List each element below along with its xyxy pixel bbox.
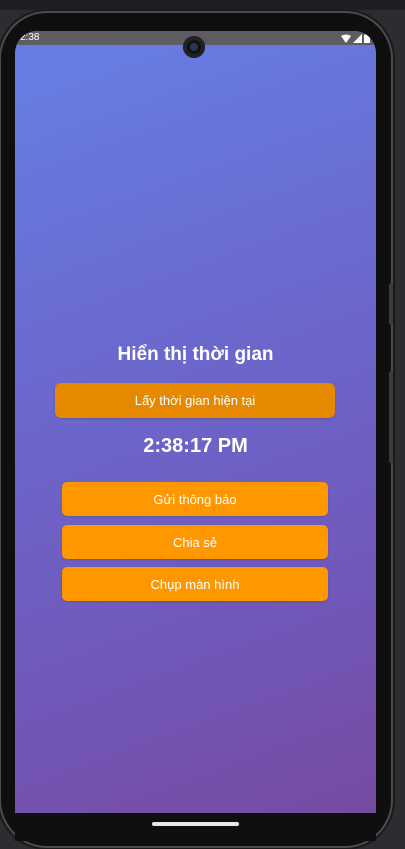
signal-icon (353, 33, 362, 43)
power-button[interactable] (389, 283, 393, 325)
status-time: 2:38 (20, 32, 40, 43)
send-notification-button[interactable]: Gửi thông báo (62, 482, 328, 516)
home-gesture-handle[interactable] (152, 822, 239, 826)
battery-icon (364, 33, 370, 43)
page-title: Hiển thị thời gian (117, 344, 274, 365)
app-screen: 2:38 Hiển thị thời gian Lấy thời gian hi… (15, 31, 376, 813)
wifi-icon (341, 34, 351, 43)
get-current-time-button[interactable]: Lấy thời gian hiện tại (55, 383, 335, 418)
share-button[interactable]: Chia sẻ (62, 525, 328, 559)
front-camera-icon (183, 36, 205, 58)
screenshot-button[interactable]: Chụp màn hình (62, 567, 328, 601)
status-icons (341, 33, 370, 43)
emulator-toolbar (0, 0, 405, 10)
volume-button[interactable] (389, 371, 393, 463)
time-display: 2:38:17 PM (143, 435, 248, 457)
navigation-bar (15, 813, 376, 841)
